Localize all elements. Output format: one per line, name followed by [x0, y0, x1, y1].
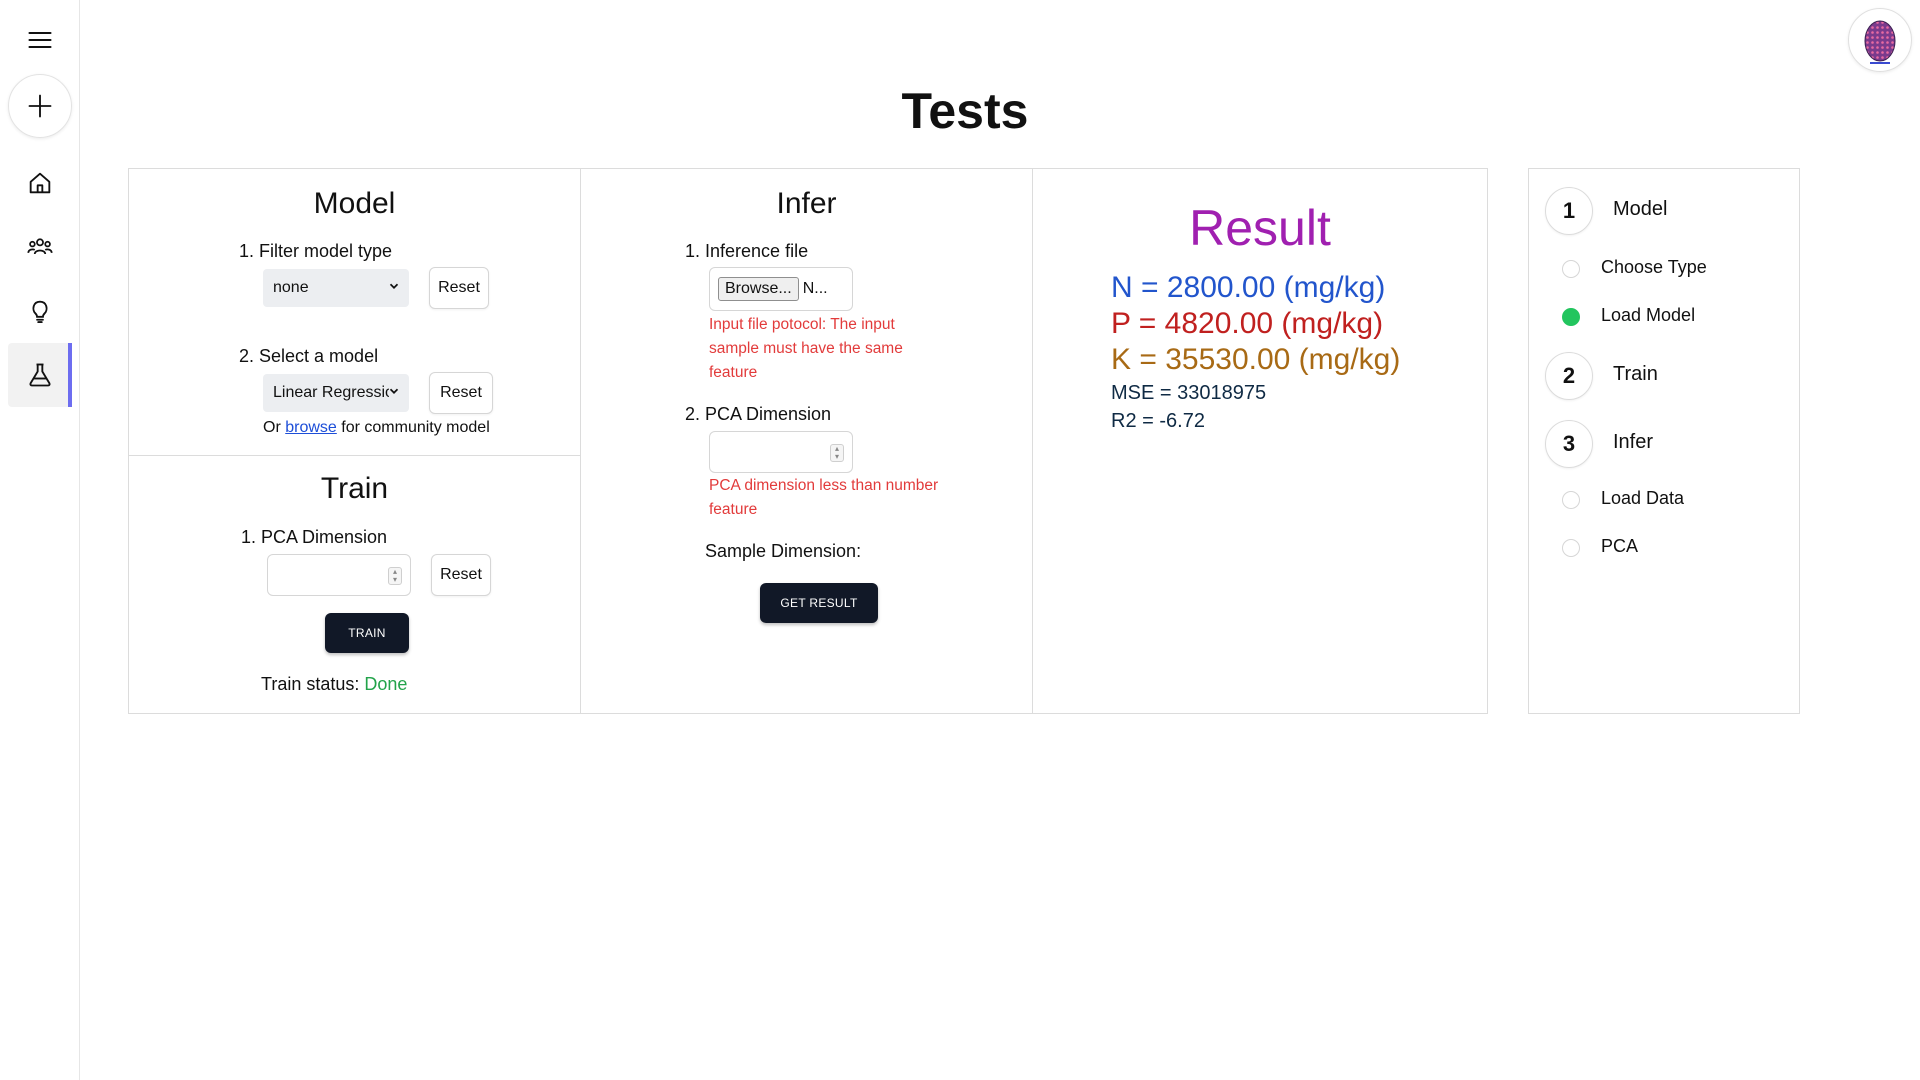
- model-type-select[interactable]: none: [263, 269, 409, 307]
- avatar[interactable]: [1848, 8, 1912, 72]
- community-model-text: Or browse for community model: [263, 419, 490, 437]
- file-name: N...: [802, 280, 828, 297]
- result-heading: Result: [1189, 200, 1331, 256]
- load-data-dot: [1562, 491, 1580, 509]
- train-section: Train 1. PCA Dimension ▴ ▾ Reset TRAIN Tr…: [129, 456, 580, 713]
- main-panel: Model 1. Filter model type none Reset 2.…: [128, 168, 1488, 714]
- filter-reset-button[interactable]: Reset: [429, 267, 489, 309]
- steps-panel: 1 Model Choose Type Load Model 2 Train 3…: [1528, 168, 1800, 714]
- sidebar-item-ideas[interactable]: [8, 279, 72, 343]
- step-infer-label: Infer: [1613, 431, 1654, 453]
- chevron-down-icon: [389, 388, 399, 394]
- infer-pca-input[interactable]: ▴ ▾: [709, 431, 853, 473]
- load-data-label: Load Data: [1601, 488, 1685, 508]
- result-n: N = 2800.00 (mg/kg): [1111, 271, 1386, 304]
- infer-heading: Infer: [776, 187, 837, 220]
- train-status-label: Train status:: [261, 674, 360, 694]
- load-model-label: Load Model: [1601, 305, 1696, 325]
- train-status: Train status: Done: [261, 674, 407, 695]
- community-text: for community model: [341, 419, 490, 436]
- step-1-circle: 1: [1545, 187, 1593, 235]
- load-model-dot: [1562, 308, 1580, 326]
- model-reset-button[interactable]: Reset: [429, 372, 493, 414]
- model-select-value: Linear Regression: [273, 384, 389, 401]
- plus-icon: [28, 94, 52, 118]
- train-pca-label: 1. PCA Dimension: [241, 527, 388, 547]
- train-button[interactable]: TRAIN: [325, 613, 409, 653]
- active-indicator: [68, 343, 72, 407]
- sidebar-item-home[interactable]: [8, 151, 72, 215]
- pca-label: PCA: [1601, 536, 1639, 556]
- model-heading: Model: [313, 187, 396, 220]
- filter-model-type-label: 1. Filter model type: [239, 241, 393, 261]
- browse-button[interactable]: Browse...: [718, 277, 799, 301]
- pca-error-text: PCA dimension less than number feature: [709, 477, 939, 518]
- select-model-label: 2. Select a model: [239, 346, 379, 366]
- page-title: Tests: [901, 83, 1029, 139]
- model-train-column: Model 1. Filter model type none Reset 2.…: [129, 169, 581, 713]
- sidebar-item-tests[interactable]: [8, 343, 72, 407]
- browse-link[interactable]: browse: [285, 419, 337, 436]
- sidebar-item-team[interactable]: [8, 215, 72, 279]
- step-model-label: Model: [1613, 198, 1668, 220]
- file-error-text: Input file potocol: The input sample mus…: [709, 316, 903, 381]
- or-text: Or: [263, 419, 281, 436]
- train-heading: Train: [320, 472, 389, 505]
- step-train-label: Train: [1613, 363, 1658, 385]
- hamburger-menu-icon: [28, 31, 52, 49]
- result-r2: R2 = -6.72: [1111, 410, 1205, 432]
- model-select[interactable]: Linear Regression: [263, 374, 409, 412]
- spinner-icon[interactable]: ▴ ▾: [830, 444, 844, 462]
- flask-icon: [29, 363, 51, 387]
- result-p: P = 4820.00 (mg/kg): [1111, 307, 1384, 340]
- infer-column: Infer 1. Inference file Browse... N... I…: [581, 169, 1033, 713]
- menu-button[interactable]: [8, 8, 72, 72]
- step-2-circle: 2: [1545, 352, 1593, 400]
- train-reset-button[interactable]: Reset: [431, 554, 491, 596]
- train-status-value: Done: [364, 674, 408, 694]
- choose-type-label: Choose Type: [1601, 257, 1707, 277]
- result-mse: MSE = 33018975: [1111, 382, 1267, 404]
- pca-dot: [1562, 539, 1580, 557]
- model-type-select-value: none: [273, 279, 309, 296]
- infer-pca-label: 2. PCA Dimension: [685, 404, 832, 424]
- people-icon: [27, 238, 53, 255]
- spinner-icon[interactable]: ▴ ▾: [388, 567, 402, 585]
- choose-type-dot: [1562, 260, 1580, 278]
- lightbulb-icon: [32, 300, 48, 324]
- train-pca-input[interactable]: ▴ ▾: [267, 554, 411, 596]
- step-3-circle: 3: [1545, 420, 1593, 468]
- result-column: Result N = 2800.00 (mg/kg) P = 4820.00 (…: [1033, 169, 1487, 713]
- sample-dimension-label: Sample Dimension:: [705, 541, 862, 561]
- model-section: Model 1. Filter model type none Reset 2.…: [129, 169, 580, 456]
- home-icon: [29, 172, 51, 194]
- inference-file-label: 1. Inference file: [685, 241, 809, 261]
- chevron-down-icon: [389, 283, 399, 289]
- result-k: K = 35530.00 (mg/kg): [1111, 343, 1401, 376]
- get-result-button[interactable]: GET RESULT: [760, 583, 878, 623]
- inference-file-input[interactable]: Browse... N...: [709, 267, 853, 311]
- add-button[interactable]: [8, 74, 72, 138]
- sidebar: [0, 0, 80, 1080]
- avatar-egg-icon: [1864, 20, 1896, 64]
